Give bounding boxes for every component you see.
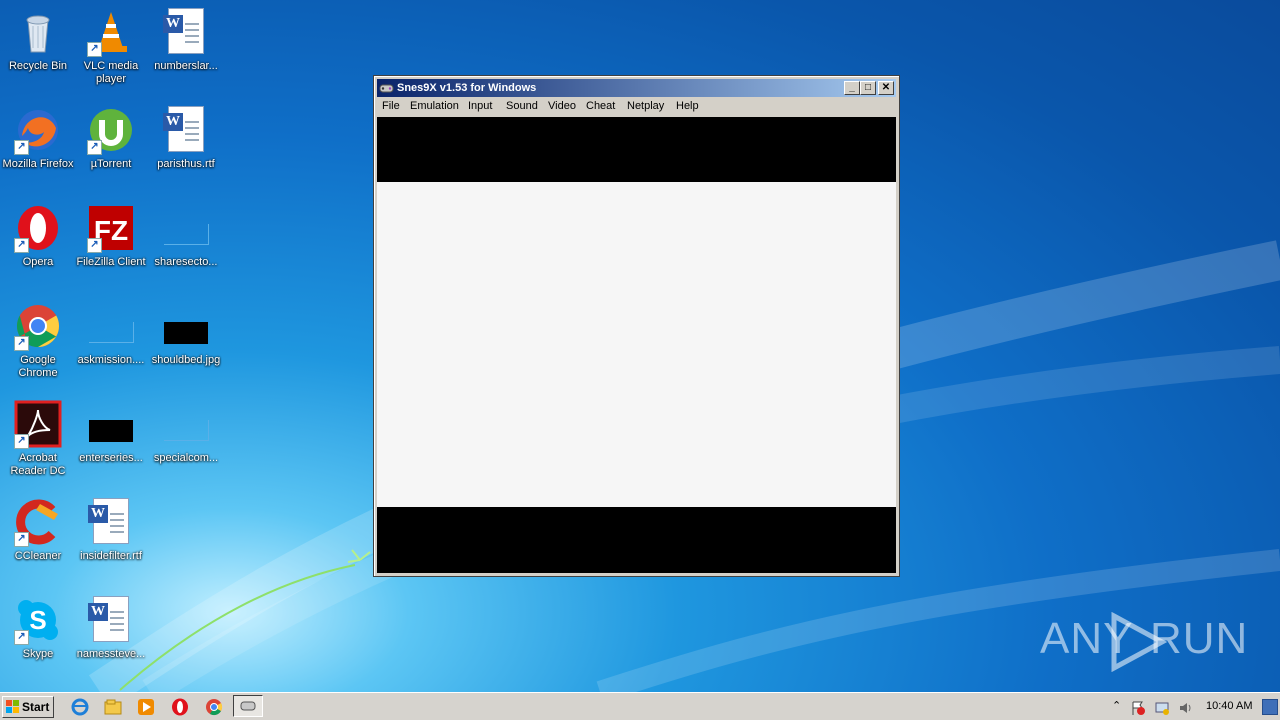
desktop-icon-paristhus[interactable]: W paristhus.rtf [148,100,224,190]
shortcut-arrow-icon: ↗ [14,336,29,351]
recycle-bin-icon [26,15,50,53]
desktop-icon-label: Skype [22,648,54,660]
word-document-icon: W [162,8,210,56]
show-hidden-icons-icon[interactable]: ⌃ [1112,699,1121,712]
desktop-icon-insidefilter[interactable]: W insidefilter.rtf [73,492,149,582]
shortcut-arrow-icon: ↗ [87,140,102,155]
desktop-icon-sharesecto[interactable]: sharesecto... [148,198,224,288]
menu-bar: File Emulation Input Sound Video Cheat N… [377,97,896,116]
desktop-icon-opera[interactable]: ↗ Opera [0,198,76,288]
desktop-icon-label: Google Chrome [18,354,58,379]
volume-icon[interactable] [1178,700,1194,716]
desktop-icon-label: CCleaner [14,550,62,562]
menu-netplay[interactable]: Netplay [627,100,664,112]
desktop-icon-utorrent[interactable]: ↗ µTorrent [73,100,149,190]
desktop-icon-label: Mozilla Firefox [2,158,74,170]
shortcut-arrow-icon: ↗ [87,42,102,57]
desktop-icon-ccleaner[interactable]: ↗ CCleaner [0,492,76,582]
desktop-icon-label: µTorrent [90,158,132,170]
opera-taskbar-icon[interactable] [171,698,189,716]
blank-file-icon [164,420,209,441]
desktop-icon-label: insidefilter.rtf [80,550,142,562]
system-tray: ⌃ [1108,695,1202,719]
desktop-icon-label: Opera [22,256,54,268]
shortcut-arrow-icon: ↗ [14,532,29,547]
desktop-icon-specialcom[interactable]: specialcom... [148,394,224,484]
menu-help[interactable]: Help [676,100,699,112]
desktop-icon-label: sharesecto... [154,256,218,268]
desktop-icon-label: namessteve... [76,648,146,660]
taskbar-clock[interactable]: 10:40 AM [1206,700,1252,712]
shortcut-arrow-icon: ↗ [14,238,29,253]
chrome-taskbar-icon[interactable] [205,698,223,716]
desktop-icon-label: paristhus.rtf [157,158,215,170]
menu-sound[interactable]: Sound [506,100,538,112]
letterbox-top [377,117,896,182]
maximize-button[interactable]: □ [860,81,876,95]
desktop-icon-label: Acrobat Reader DC [10,452,66,477]
taskbar: Start ⌃ 10:40 AM [0,692,1280,720]
shortcut-arrow-icon: ↗ [87,238,102,253]
desktop-icon-label: Recycle Bin [8,60,68,72]
desktop-icon-namessteve[interactable]: W namessteve... [73,590,149,680]
file-explorer-icon[interactable] [104,698,122,716]
action-center-flag-icon[interactable] [1130,700,1146,716]
media-player-icon[interactable] [137,698,155,716]
windows-flag-icon [6,700,19,713]
minimize-button[interactable]: _ [844,81,860,95]
shortcut-arrow-icon: ↗ [14,140,29,155]
anyrun-watermark: ANY RUN [1040,612,1247,672]
black-thumbnail-icon [89,420,133,442]
desktop-icon-acrobat[interactable]: ↗ Acrobat Reader DC [0,394,76,484]
title-bar[interactable]: Snes9X v1.53 for Windows _ □ ✕ [377,79,896,97]
desktop-icon-label: specialcom... [153,452,219,464]
word-document-icon: W [87,596,135,644]
close-button[interactable]: ✕ [878,81,894,95]
desktop-icon-skype[interactable]: S ↗ Skype [0,590,76,680]
menu-cheat[interactable]: Cheat [586,100,615,112]
watermark-text-right: RUN [1150,614,1249,663]
desktop-icon-chrome[interactable]: ↗ Google Chrome [0,296,76,386]
snes9x-window[interactable]: Snes9X v1.53 for Windows _ □ ✕ File Emul… [373,75,900,577]
blank-file-icon [89,322,134,343]
desktop-icon-firefox[interactable]: ↗ Mozilla Firefox [0,100,76,190]
blank-file-icon [164,224,209,245]
emulator-display[interactable] [377,117,896,573]
svg-text:S: S [29,605,46,635]
menu-file[interactable]: File [382,100,400,112]
snes9x-taskbar-button[interactable] [233,695,263,717]
shortcut-arrow-icon: ↗ [14,630,29,645]
word-document-icon: W [87,498,135,546]
desktop-icon-label: enterseries... [79,452,143,464]
menu-input[interactable]: Input [468,100,492,112]
start-label: Start [22,700,50,714]
desktop-icon-vlc[interactable]: ↗ VLC media player [73,2,149,92]
menu-video[interactable]: Video [548,100,576,112]
desktop-icon-label: FileZilla Client [76,256,146,268]
window-title: Snes9X v1.53 for Windows [397,82,537,94]
desktop-icon-label: askmission.... [77,354,145,366]
letterbox-bottom [377,507,896,573]
desktop-icon-label: numberslar... [154,60,218,72]
desktop-icon-label: VLC media player [83,60,139,85]
start-button[interactable]: Start [2,696,54,718]
network-icon[interactable] [1154,700,1170,716]
desktop-icon-filezilla[interactable]: FZ ↗ FileZilla Client [73,198,149,288]
desktop-icon-label: shouldbed.jpg [151,354,221,366]
desktop-icon-askmission[interactable]: askmission.... [73,296,149,386]
desktop-icon-enterseries[interactable]: enterseries... [73,394,149,484]
shortcut-arrow-icon: ↗ [14,434,29,449]
desktop-icon-recycle-bin[interactable]: Recycle Bin [0,2,76,92]
desktop-icon-shouldbed[interactable]: shouldbed.jpg [148,296,224,386]
black-thumbnail-icon [164,322,208,344]
desktop-icon-numberslar[interactable]: W numberslar... [148,2,224,92]
internet-explorer-icon[interactable] [71,698,89,716]
snes-controller-icon [240,701,256,711]
menu-emulation[interactable]: Emulation [410,100,459,112]
snes-controller-icon [379,84,394,93]
word-document-icon: W [162,106,210,154]
show-desktop-button[interactable] [1262,699,1278,715]
